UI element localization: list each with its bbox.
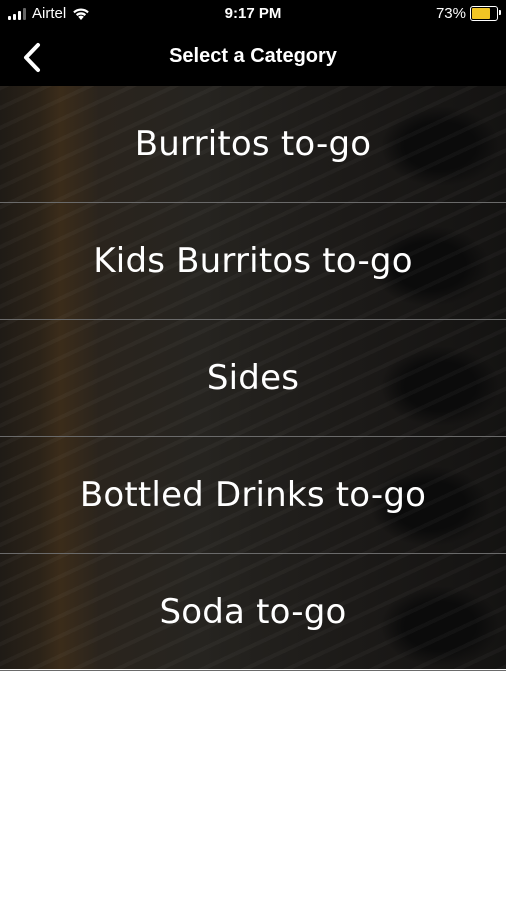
category-label: Burritos to-go <box>134 124 372 164</box>
category-label: Sides <box>206 358 300 398</box>
category-item-sides[interactable]: Sides <box>0 320 506 437</box>
navigation-bar: Select a Category <box>0 30 506 86</box>
status-right: 73% <box>435 5 501 22</box>
app-screen: Airtel 9:17 PM 73% Select a Category Bur… <box>0 0 506 900</box>
category-item-kids-burritos[interactable]: Kids Burritos to-go <box>0 203 506 320</box>
category-label: Soda to-go <box>159 592 347 632</box>
category-item-bottled-drinks[interactable]: Bottled Drinks to-go <box>0 437 506 554</box>
page-title: Select a Category <box>169 45 337 67</box>
status-time: 9:17 PM <box>224 5 282 22</box>
category-label: Bottled Drinks to-go <box>79 475 427 515</box>
battery-icon <box>470 6 501 21</box>
battery-level <box>472 8 490 19</box>
category-list: Burritos to-go Kids Burritos to-go Sides… <box>0 86 506 671</box>
status-bar: Airtel 9:17 PM 73% <box>0 0 506 30</box>
category-label: Kids Burritos to-go <box>93 241 413 281</box>
battery-percent: 73% <box>435 5 466 22</box>
category-item-burritos[interactable]: Burritos to-go <box>0 86 506 203</box>
category-item-soda[interactable]: Soda to-go <box>0 554 506 671</box>
